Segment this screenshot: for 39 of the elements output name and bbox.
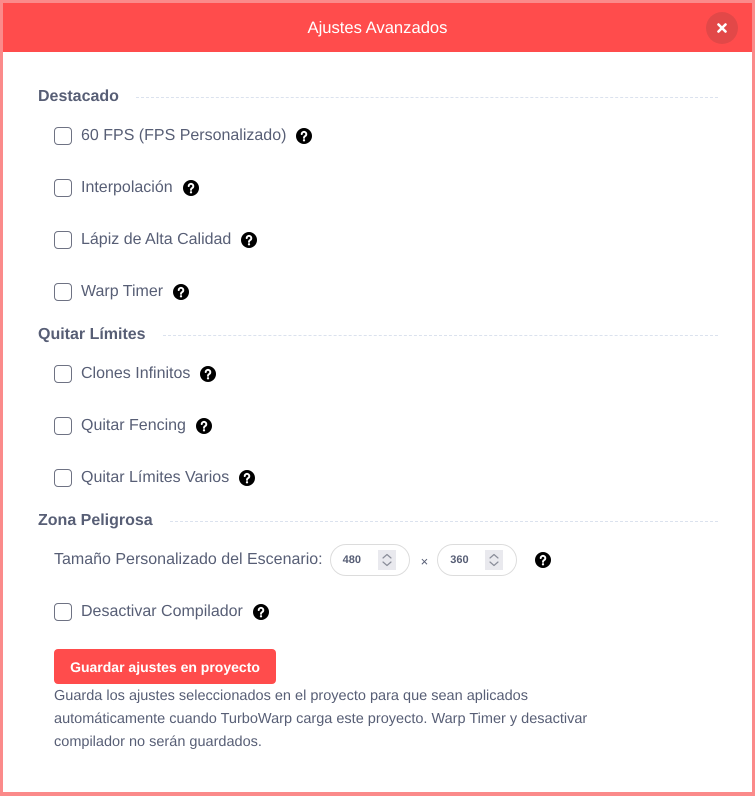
close-button[interactable] <box>706 12 738 44</box>
checkbox[interactable] <box>54 127 72 145</box>
height-input[interactable]: 360 <box>437 544 518 576</box>
option-label: Quitar Límites Varios <box>81 469 230 487</box>
description-text: Guarda los ajustes seleccionados en el proyecto para que sean aplicados automáticamente cuando TurboWarp carga este proyecto. Warp Timer y desactivar compilador no serán guardados. <box>54 687 588 752</box>
option-label: Interpolación <box>81 179 173 197</box>
stepper-icon[interactable] <box>378 550 396 570</box>
checkbox[interactable] <box>54 179 72 197</box>
help-icon[interactable] <box>252 604 269 620</box>
option-label: Warp Timer <box>81 283 164 301</box>
checkbox[interactable] <box>54 417 72 435</box>
option-label: Quitar Fencing <box>81 417 186 435</box>
checkbox[interactable] <box>54 231 72 249</box>
section-heading: Zona Peligrosa <box>38 512 153 530</box>
help-icon[interactable] <box>173 284 190 300</box>
multiply-sign: × <box>420 554 428 568</box>
section-heading: Quitar Límites <box>38 326 146 344</box>
option-label: Lápiz de Alta Calidad <box>81 231 232 249</box>
width-input[interactable]: 480 <box>330 544 410 576</box>
dialog-title: Ajustes Avanzados <box>308 18 448 38</box>
option-label: 60 FPS (FPS Personalizado) <box>81 127 286 145</box>
stepper-icon[interactable] <box>485 550 504 570</box>
close-icon <box>717 23 727 33</box>
checkbox[interactable] <box>54 603 72 621</box>
help-icon[interactable] <box>196 418 212 434</box>
save-button[interactable]: Guardar ajustes en proyecto <box>54 649 276 684</box>
help-icon[interactable] <box>296 128 312 144</box>
option-label: Clones Infinitos <box>81 365 190 383</box>
size-label: Tamaño Personalizado del Escenario: <box>54 551 323 569</box>
help-icon[interactable] <box>241 232 258 248</box>
checkbox[interactable] <box>54 283 72 301</box>
checkbox[interactable] <box>54 469 72 487</box>
checkbox[interactable] <box>54 365 72 383</box>
help-icon[interactable] <box>535 552 552 568</box>
option-label: Desactivar Compilador <box>81 603 243 621</box>
help-icon[interactable] <box>200 366 216 382</box>
help-icon[interactable] <box>239 470 256 486</box>
help-icon[interactable] <box>182 180 199 196</box>
section-heading: Destacado <box>38 88 119 106</box>
